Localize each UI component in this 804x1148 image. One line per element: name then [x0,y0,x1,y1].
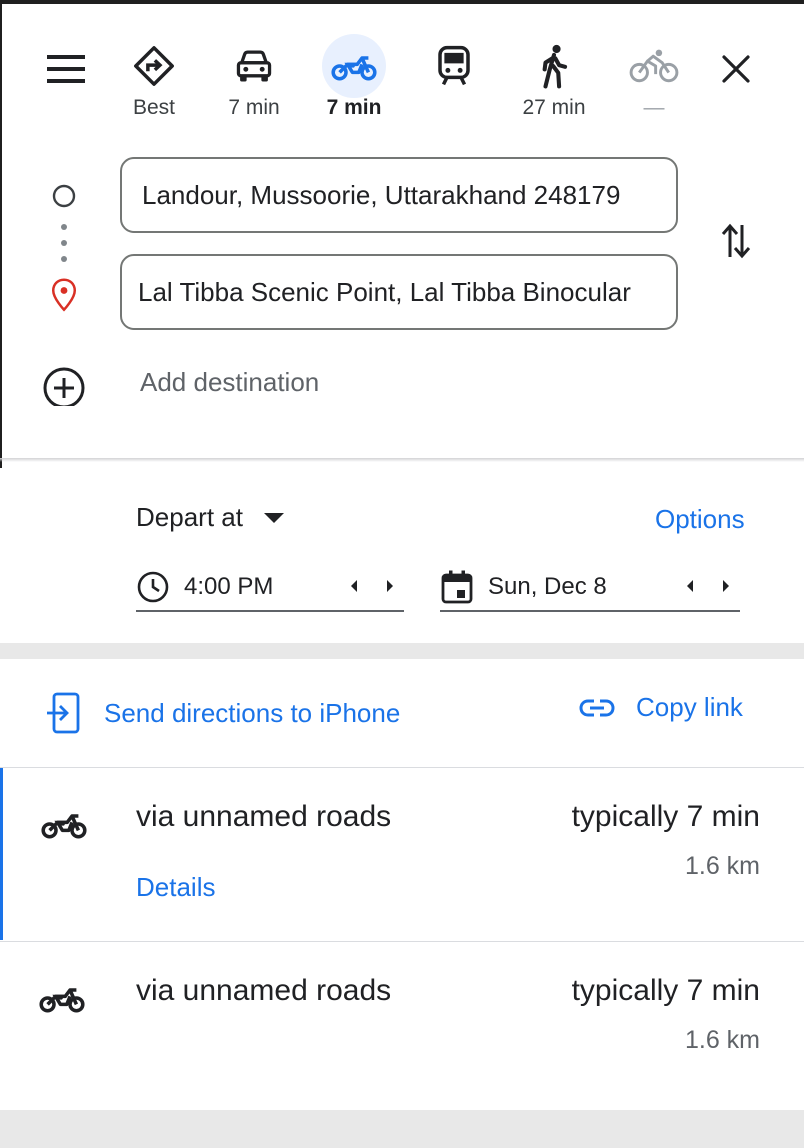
motorcycle-icon [41,814,87,839]
bicycle-icon [629,49,679,83]
section-separator [0,1110,804,1148]
route-duration: typically 7 min [571,974,760,1007]
route-distance: 1.6 km [684,852,760,880]
chevron-right-icon [723,580,729,592]
window-top-edge [0,0,804,4]
destination-input[interactable] [120,254,678,330]
mode-transit-button[interactable] [409,34,499,134]
origin-input[interactable] [120,157,678,233]
time-field[interactable]: 4:00 PM [136,564,404,612]
mode-best-button[interactable]: Best [109,34,199,134]
swap-vertical-icon [721,223,751,259]
chevron-right-icon [387,580,393,592]
options-link[interactable]: Options [655,504,745,535]
time-previous-button[interactable] [342,564,366,608]
mode-best-label: Best [132,96,176,119]
depart-at-dropdown[interactable]: Depart at [136,502,285,533]
route-distance: 1.6 km [684,1026,760,1054]
close-directions-button[interactable] [708,42,764,96]
chevron-left-icon [687,580,693,592]
destination-pin-icon [51,278,77,312]
route-summary: via unnamed roads [136,974,392,1007]
mode-bicycle-label: — [643,96,665,119]
mode-car-label: 7 min [228,96,280,119]
route-dot [61,256,67,262]
menu-button[interactable] [38,44,94,94]
swap-origin-destination-button[interactable] [712,216,760,266]
date-field[interactable]: Sun, Dec 8 [440,564,740,612]
send-to-mobile-icon [47,692,80,734]
clock-icon [137,571,169,603]
car-icon [236,50,272,82]
date-next-button[interactable] [714,564,738,608]
walking-icon [542,44,568,89]
motorcycle-icon [331,56,377,81]
mode-car-button[interactable]: 7 min [209,34,299,134]
route-option[interactable]: via unnamed roads typically 7 min 1.6 km [0,942,804,1110]
add-circle-icon [43,367,85,406]
add-destination-label: Add destination [140,366,320,397]
route-summary: via unnamed roads [136,800,392,833]
mode-walking-label: 27 min [522,96,586,119]
section-separator [0,643,804,659]
header-shadow [0,458,804,462]
date-value: Sun, Dec 8 [488,573,607,600]
mode-motorcycle-button[interactable]: 7 min [309,34,399,134]
copy-link-label: Copy link [636,692,743,722]
route-duration: typically 7 min [571,800,760,833]
time-next-button[interactable] [378,564,402,608]
send-to-phone-label: Send directions to iPhone [104,697,401,728]
chevron-left-icon [351,580,357,592]
route-dot [61,224,67,230]
hamburger-menu-icon [47,55,85,83]
transit-icon [438,45,470,86]
send-to-phone-link[interactable]: Send directions to iPhone [46,692,400,734]
close-icon [722,55,750,83]
depart-at-label: Depart at [136,502,243,532]
copy-link-button[interactable]: Copy link [578,692,743,723]
origin-circle-icon [52,184,76,208]
window-left-edge [0,0,2,468]
caret-down-icon [263,512,284,523]
motorcycle-icon [39,988,85,1013]
mode-bicycle-button[interactable]: — [609,34,699,134]
directions-best-icon [134,46,174,86]
add-destination-button[interactable]: Add destination [38,358,319,406]
time-value: 4:00 PM [184,573,274,600]
calendar-icon [441,570,473,604]
mode-motorcycle-label: 7 min [326,96,382,119]
route-dot [61,240,67,246]
date-previous-button[interactable] [678,564,702,608]
link-icon [579,699,615,716]
route-details-link[interactable]: Details [136,872,215,903]
mode-walking-button[interactable]: 27 min [509,34,599,134]
route-option-selected[interactable]: via unnamed roads typically 7 min 1.6 km… [0,768,804,940]
